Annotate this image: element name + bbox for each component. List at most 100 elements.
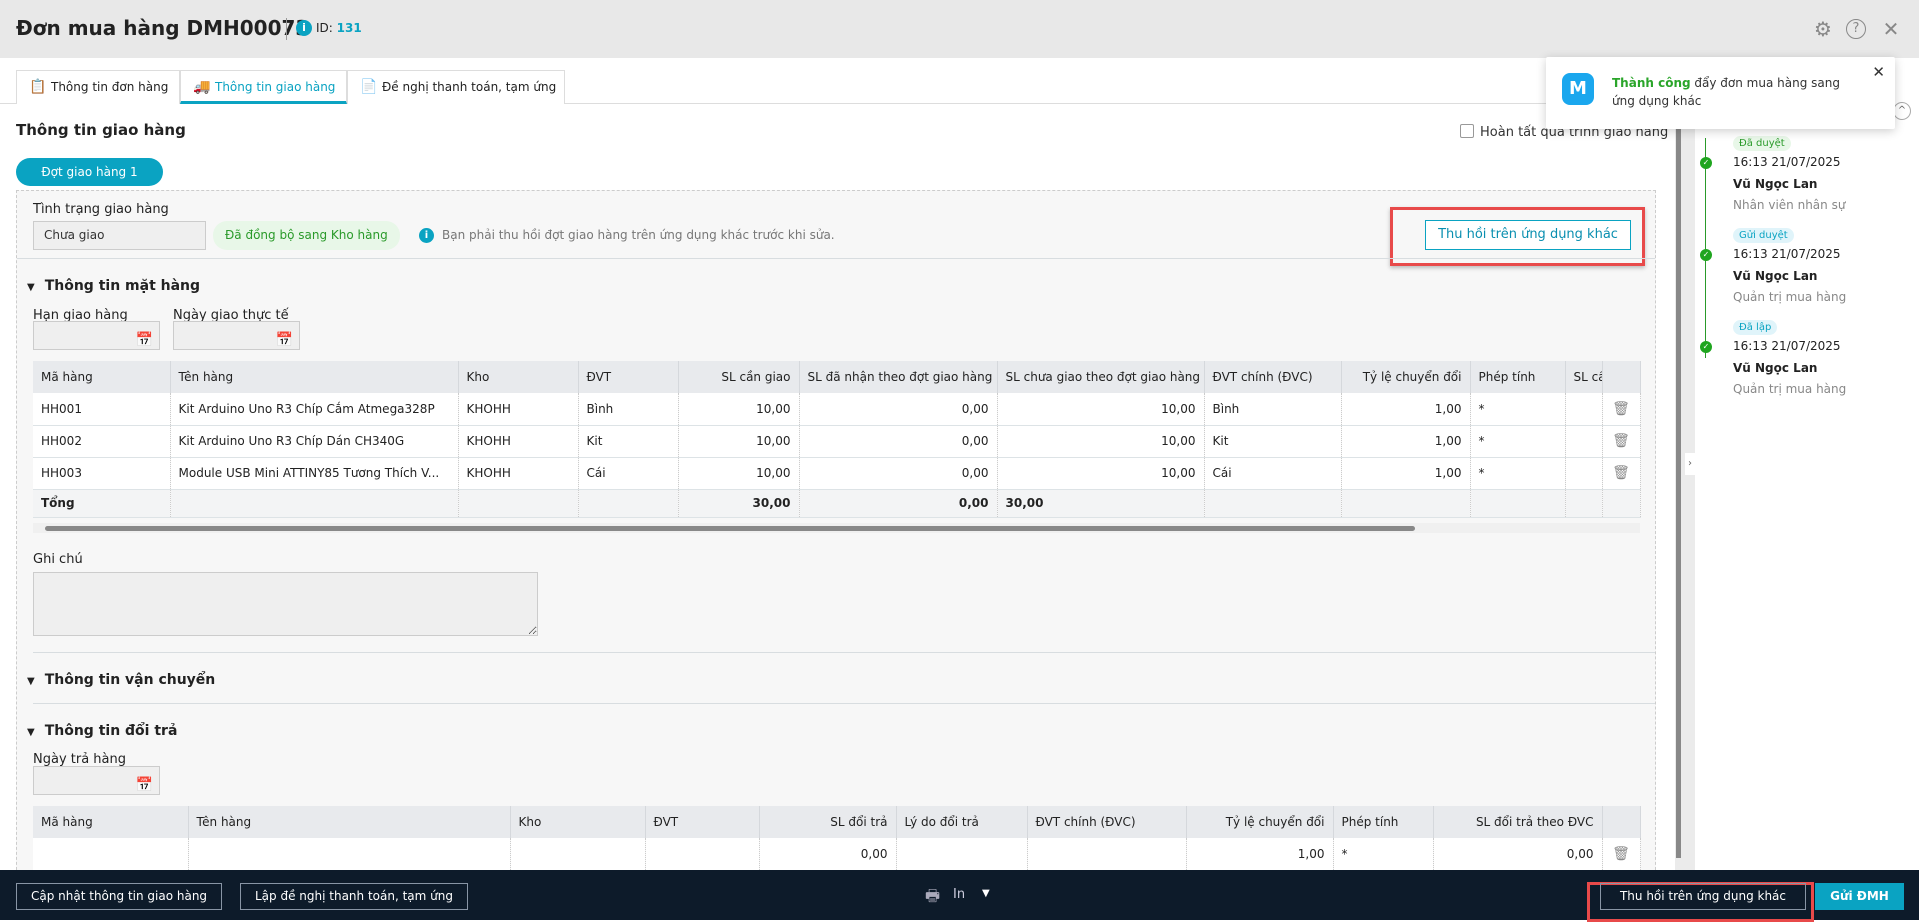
column-header: Tên hàng [188, 806, 511, 838]
recall-button[interactable]: Thu hồi trên ứng dụng khác [1425, 220, 1631, 250]
items-table: Mã hàng Tên hàng Kho ĐVT SL cần giao SL đã nh… [33, 361, 1641, 518]
timeline-user: Vũ Ngọc Lan [1733, 177, 1818, 191]
table-cell: 0,00 [799, 425, 998, 458]
create-payment-request-button[interactable]: Lập đề nghị thanh toán, tạm ứng [240, 883, 468, 910]
table-cell: Cái [1204, 457, 1342, 490]
table-cell: HH002 [33, 425, 171, 458]
trash-icon[interactable]: 🗑 [1602, 425, 1641, 458]
table-cell: KHOHH [458, 393, 579, 426]
return-section-toggle[interactable]: ▼ Thông tin đổi trả [27, 723, 177, 739]
table-row: HH003 Module USB Mini ATTINY85 Tương Thíc… [33, 457, 1641, 490]
table-cell [896, 838, 1028, 871]
table-cell: Kit [578, 425, 679, 458]
printer-icon[interactable]: 🖶 [925, 885, 940, 912]
check-circle-icon: ✓ [1700, 157, 1712, 169]
total-cell [1341, 489, 1471, 518]
document-icon: 📄 [360, 79, 378, 95]
section-heading: Thông tin mặt hàng [44, 278, 201, 294]
note-textarea[interactable] [33, 572, 538, 636]
total-cell: 30,00 [997, 489, 1205, 518]
print-button[interactable]: In [953, 887, 965, 902]
vertical-scrollbar[interactable]: › [1675, 58, 1695, 870]
trash-icon[interactable]: 🗑 [1602, 393, 1641, 426]
app-logo-icon: M [1562, 73, 1594, 105]
table-header: Mã hàng Tên hàng Kho ĐVT SL đổi trả Lý do đổi… [33, 806, 1641, 838]
table-cell: 10,00 [997, 425, 1205, 458]
timeline-time: 16:13 21/07/2025 [1733, 339, 1841, 353]
return-date-input[interactable]: 📅 [33, 766, 160, 795]
table-cell: Kit Arduino Uno R3 Chíp Cắm Atmega328P [170, 393, 459, 426]
column-header-actions [1602, 361, 1641, 393]
column-header: Kho [458, 361, 579, 393]
status-field: Chưa giao [33, 221, 206, 250]
timeline-time: 16:13 21/07/2025 [1733, 155, 1841, 169]
column-header: SL cầ [1565, 361, 1603, 393]
tab-payment-request[interactable]: 📄 Đề nghị thanh toán, tạm ứng [347, 70, 565, 104]
trash-icon[interactable]: 🗑 [1602, 457, 1641, 490]
tab-label: Thông tin giao hàng [215, 80, 336, 94]
column-header: SL đổi trả [759, 806, 897, 838]
send-order-button[interactable]: Gửi ĐMH [1815, 883, 1904, 910]
close-icon[interactable]: ✕ [1880, 18, 1902, 40]
total-cell: Tổng [33, 489, 171, 518]
table-cell: 0,00 [799, 457, 998, 490]
shipping-section-toggle[interactable]: ▼ Thông tin vận chuyển [27, 672, 215, 688]
gear-icon[interactable]: ⚙ [1812, 18, 1834, 40]
column-header-actions [1602, 806, 1641, 838]
close-icon[interactable]: ✕ [1872, 63, 1885, 81]
divider [33, 703, 1655, 704]
trash-icon[interactable]: 🗑 [1602, 838, 1641, 871]
section-heading: Thông tin vận chuyển [44, 672, 216, 688]
column-header: ĐVT chính (ĐVC) [1204, 361, 1342, 393]
timeline-time: 16:13 21/07/2025 [1733, 247, 1841, 261]
column-header: ĐVT chính (ĐVC) [1027, 806, 1187, 838]
table-cell [645, 838, 760, 871]
divider [33, 652, 1655, 653]
table-cell: * [1333, 838, 1434, 871]
caret-down-icon[interactable]: ▼ [982, 888, 990, 899]
horizontal-scrollbar[interactable] [33, 523, 1640, 533]
section-title: Thông tin giao hàng [16, 121, 186, 139]
table-cell [188, 838, 511, 871]
expand-panel-chevron-icon[interactable]: › [1685, 453, 1695, 475]
tab-delivery-info[interactable]: 🚚 Thông tin giao hàng [180, 70, 347, 104]
help-icon[interactable]: ? [1846, 19, 1866, 39]
column-header: Mã hàng [33, 806, 189, 838]
note-label: Ghi chú [33, 552, 83, 567]
checkbox[interactable] [1460, 124, 1474, 138]
tab-order-info[interactable]: 📋 Thông tin đơn hàng [16, 70, 180, 104]
delivery-batch-tab[interactable]: Đợt giao hàng 1 [16, 158, 163, 186]
clipboard-icon: 📋 [29, 79, 47, 95]
caret-down-icon: ▼ [27, 727, 35, 738]
table-cell: KHOHH [458, 457, 579, 490]
tab-bar: 📋 Thông tin đơn hàng 🚚 Thông tin giao hàng… [0, 70, 1675, 104]
info-message: Bạn phải thu hồi đợt giao hàng trên ứng … [442, 228, 835, 242]
items-section-toggle[interactable]: ▼ Thông tin mặt hàng [27, 278, 200, 294]
column-header: Tên hàng [170, 361, 459, 393]
timeline-user: Vũ Ngọc Lan [1733, 361, 1818, 375]
recall-footer-button[interactable]: Thu hồi trên ứng dụng khác [1600, 883, 1806, 910]
column-header: SL đổi trả theo ĐVC [1433, 806, 1603, 838]
update-delivery-button[interactable]: Cập nhật thông tin giao hàng [16, 883, 223, 910]
calendar-icon[interactable]: 📅 [276, 327, 293, 354]
calendar-icon[interactable]: 📅 [136, 327, 153, 354]
scrollbar-thumb[interactable] [45, 526, 1415, 531]
scrollbar-thumb[interactable] [1676, 118, 1681, 858]
table-cell: Bình [578, 393, 679, 426]
table-cell: 1,00 [1186, 838, 1334, 871]
table-cell: 10,00 [997, 393, 1205, 426]
divider [286, 18, 287, 40]
actual-date-input[interactable]: 📅 [173, 321, 300, 350]
caret-down-icon: ▼ [27, 676, 35, 687]
column-header: Phép tính [1333, 806, 1434, 838]
table-cell: 1,00 [1341, 393, 1471, 426]
table-cell: Bình [1204, 393, 1342, 426]
deadline-date-input[interactable]: 📅 [33, 321, 160, 350]
table-cell: 10,00 [678, 425, 800, 458]
sync-status-badge: Đã đồng bộ sang Kho hàng [213, 221, 400, 250]
info-icon: i [419, 228, 434, 243]
tab-label: Thông tin đơn hàng [51, 80, 169, 94]
collapse-chevron-icon[interactable]: ^ [1893, 102, 1911, 120]
calendar-icon[interactable]: 📅 [136, 772, 153, 799]
table-cell: 1,00 [1341, 457, 1471, 490]
